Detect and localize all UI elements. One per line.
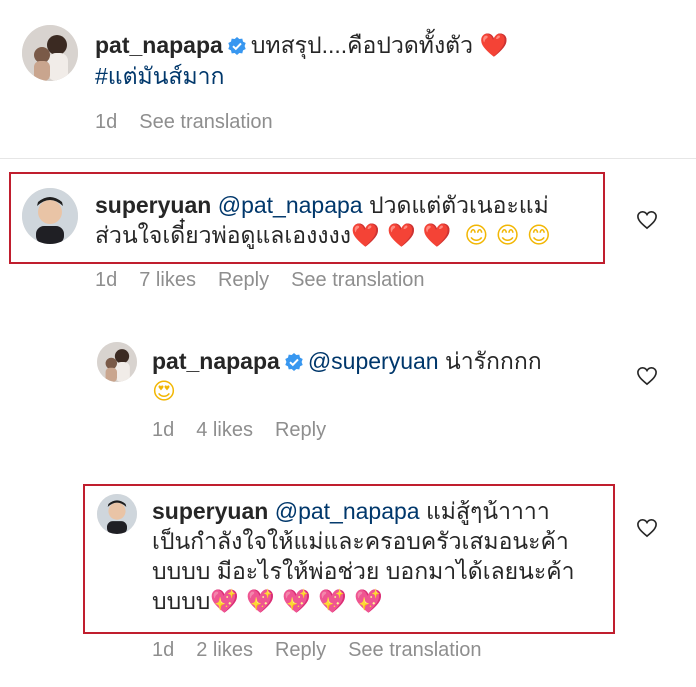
comment-meta: 1d 7 likes Reply See translation [95,269,447,292]
comment-body: บบบบ [152,588,211,614]
comment-meta: 1d 4 likes Reply [152,419,348,442]
timestamp: 1d [152,639,175,661]
timestamp: 1d [95,111,118,133]
comment-2: superyuan @pat_napapa ปวดแต่ตัวเนอะแม่ ส… [0,160,696,310]
username[interactable]: superyuan [152,498,268,524]
comment-body: บทสรุป....คือปวดทั้งตัว [250,32,474,58]
comment-text: superyuan @pat_napapa แม่สู้ๆน้าาาา เป็น… [152,496,575,617]
username[interactable]: pat_napapa [95,32,223,58]
timestamp: 1d [152,419,175,441]
comment-body: แม่สู้ๆน้าาาา [425,498,550,524]
comment-text: pat_napapa บทสรุป....คือปวดทั้งตัว ❤️ #แต… [95,30,508,91]
heart-like-icon[interactable] [636,518,658,538]
comment-3: pat_napapa @superyuan น่ารักกกก 😍 1d 4 lik… [0,330,696,450]
avatar[interactable] [97,342,137,382]
comment-text: pat_napapa @superyuan น่ารักกกก 😍 [152,346,542,407]
comment-1: pat_napapa บทสรุป....คือปวดทั้งตัว ❤️ #แต… [0,0,696,150]
likes-count[interactable]: 2 likes [196,639,253,661]
heart-like-icon[interactable] [636,366,658,386]
mention-link[interactable]: @superyuan [308,348,439,374]
avatar-photo-icon [97,494,137,534]
comment-body: เป็นกำลังใจให้แม่และครอบครัวเสมอนะค้า [152,528,569,554]
smile-emoji: 😊 😊 😊 [464,223,551,249]
heart-eyes-emoji: 😍 [152,379,176,405]
avatar[interactable] [22,188,78,244]
comment-text: superyuan @pat_napapa ปวดแต่ตัวเนอะแม่ ส… [95,190,551,251]
comment-body: ปวดแต่ตัวเนอะแม่ [368,192,549,218]
avatar-photo-icon [22,188,78,244]
avatar-photo-icon [97,342,137,382]
verified-badge-icon [285,353,303,371]
comment-body: ส่วนใจเดี๋ยวพ่อดูแลเองงงง [95,222,351,248]
avatar[interactable] [22,25,78,81]
likes-count[interactable]: 4 likes [196,419,253,441]
see-translation-link[interactable]: See translation [348,639,481,661]
avatar[interactable] [97,494,137,534]
username[interactable]: superyuan [95,192,211,218]
divider [0,158,696,159]
timestamp: 1d [95,269,118,291]
see-translation-link[interactable]: See translation [291,269,424,291]
reply-button[interactable]: Reply [218,269,269,291]
hashtag-link[interactable]: #แต่มันส์มาก [95,63,224,89]
username[interactable]: pat_napapa [152,348,280,374]
comment-body: บบบบ มีอะไรให้พ่อช่วย บอกมาได้เลยนะค้า [152,558,575,584]
likes-count[interactable]: 7 likes [139,269,196,291]
reply-button[interactable]: Reply [275,639,326,661]
heart-emoji: ❤️ ❤️ ❤️ [351,223,452,249]
see-translation-link[interactable]: See translation [139,111,272,133]
comment-meta: 1d 2 likes Reply See translation [152,639,504,662]
mention-link[interactable]: @pat_napapa [275,498,420,524]
heart-emoji: ❤️ [479,33,509,59]
avatar-photo-icon [22,25,78,81]
heart-like-icon[interactable] [636,210,658,230]
reply-button[interactable]: Reply [275,419,326,441]
verified-badge-icon [228,37,246,55]
comment-meta: 1d See translation [95,111,295,134]
sparkling-heart-emoji: 💖 💖 💖 💖 💖 [210,589,383,615]
comment-body: น่ารักกกก [444,348,542,374]
comment-4: superyuan @pat_napapa แม่สู้ๆน้าาาา เป็น… [0,480,696,680]
mention-link[interactable]: @pat_napapa [218,192,363,218]
